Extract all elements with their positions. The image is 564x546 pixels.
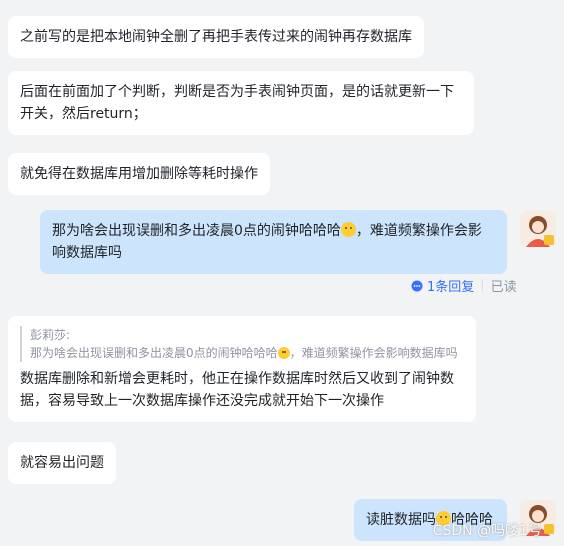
- message-text: 后面在前面加了个判断，判断是否为手表闹钟页面，是的话就更新一下开关，然后retu…: [20, 84, 454, 122]
- message-text: 数据库删除和新增会更耗时，他正在操作数据库时然后又收到了闹钟数据，容易导致上一次…: [20, 371, 454, 409]
- avatar-image: [520, 211, 556, 247]
- message-text: 那为啥会出现误删和多出凌晨0点的闹钟哈哈哈: [52, 223, 341, 239]
- message-bubble[interactable]: 就容易出问题: [8, 442, 116, 484]
- read-status: 已读: [490, 280, 517, 295]
- reply-count: 1条回复: [427, 280, 475, 295]
- avatar[interactable]: [520, 211, 556, 247]
- message-text: 就容易出问题: [20, 455, 104, 471]
- message-text: 读脏数据吗: [366, 512, 436, 528]
- watermark: CSDN @吗喽1号: [432, 523, 542, 539]
- meta-divider: |: [480, 278, 485, 293]
- message-text: 之前写的是把本地闹钟全删了再把手表传过来的闹钟再存数据库: [20, 29, 412, 45]
- message-meta: 1条回复 | 已读: [411, 276, 517, 295]
- message-bubble[interactable]: 彭莉莎: 那为啥会出现误删和多出凌晨0点的闹钟哈哈哈 ，难道频繁操作会影响数据库吗…: [8, 316, 476, 422]
- message-bubble[interactable]: 后面在前面加了个判断，判断是否为手表闹钟页面，是的话就更新一下开关，然后retu…: [8, 71, 474, 135]
- quote-text-part: 那为啥会出现误删和多出凌晨0点的闹钟哈哈哈: [30, 346, 278, 360]
- quote-author: 彭莉莎:: [30, 328, 71, 342]
- quoted-message[interactable]: 彭莉莎: 那为啥会出现误删和多出凌晨0点的闹钟哈哈哈 ，难道频繁操作会影响数据库吗: [20, 326, 464, 362]
- thinking-emoji-icon: [340, 222, 356, 237]
- thinking-emoji-icon: [277, 347, 290, 359]
- message-bubble[interactable]: 就免得在数据库用增加删除等耗时操作: [8, 153, 270, 195]
- quote-text-part: ，难道频繁操作会影响数据库吗: [289, 346, 458, 360]
- reply-icon: [411, 280, 423, 291]
- reply-thread-link[interactable]: 1条回复: [411, 276, 474, 295]
- message-bubble[interactable]: 之前写的是把本地闹钟全删了再把手表传过来的闹钟再存数据库: [8, 16, 424, 58]
- message-bubble-self[interactable]: 那为啥会出现误删和多出凌晨0点的闹钟哈哈哈 ，难道频繁操作会影响数据库吗: [40, 210, 507, 274]
- quote-text: 那为啥会出现误删和多出凌晨0点的闹钟哈哈哈 ，难道频繁操作会影响数据库吗: [30, 344, 464, 362]
- message-text: 就免得在数据库用增加删除等耗时操作: [20, 166, 258, 182]
